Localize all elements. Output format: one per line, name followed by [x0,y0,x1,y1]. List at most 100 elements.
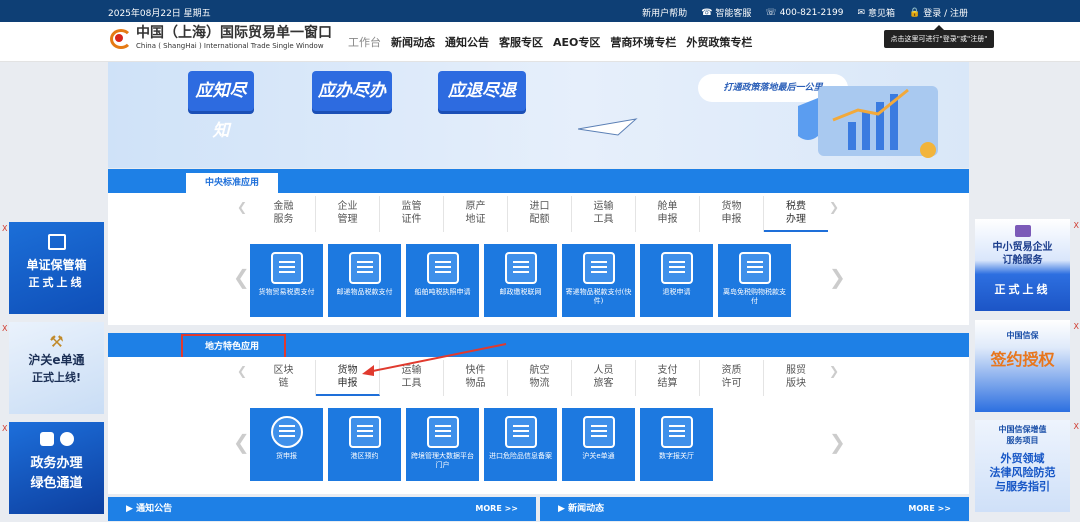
tab-payment-settlement[interactable]: 支付 结算 [636,360,700,396]
login-register-link[interactable]: 🔒 登录 / 注册 [909,6,968,20]
nav-workbench[interactable]: 工作台 [348,34,381,50]
tile-label: 邮递物品税款支付 [336,288,393,296]
local-carousel-next-icon[interactable]: ❯ [829,430,846,454]
tile-goods-tax-payment[interactable]: 货物贸易税费支付 [250,244,323,317]
close-icon[interactable]: X [2,324,7,333]
local-tabs-prev-icon[interactable]: ❮ [237,364,247,378]
tab-line1: 原产 [465,201,486,212]
tab-air-logistics[interactable]: 航空 物流 [508,360,572,396]
ad-line2: 正式上线 [28,276,85,289]
tab-origin[interactable]: 原产 地证 [444,196,508,232]
nav-aeo[interactable]: AEO专区 [553,34,600,50]
tab-blockchain[interactable]: 区块链 [252,360,316,396]
central-tiles: 货物贸易税费支付 邮递物品税款支付 船舶吨税执照申请 邮政缴税联网 寄递物品税款… [250,244,791,317]
tab-line2: 证件 [401,214,422,225]
local-tabs-next-icon[interactable]: ❯ [829,364,839,378]
ad-sinosure-sign[interactable]: X 中国信保 签约授权 [975,320,1079,412]
hotline-link[interactable]: ☏ 400-821-2199 [765,6,843,19]
tile-label: 离岛免税购物税款支付 [723,288,786,305]
notice-more-link[interactable]: MORE >> [475,497,518,521]
tab-goods-declaration[interactable]: 货物 申报 [700,196,764,232]
tile-label: 寄递物品税款支付(快件) [565,288,632,305]
tab-enterprise[interactable]: 企业 管理 [316,196,380,232]
nav-trade-policy[interactable]: 外贸政策专栏 [686,34,752,50]
nav-business-env[interactable]: 营商环境专栏 [610,34,676,50]
tile-duty-free[interactable]: 离岛免税购物税款支付 [718,244,791,317]
tab-qualifications[interactable]: 资质 许可 [700,360,764,396]
tab-finance[interactable]: 金融 服务 [252,196,316,232]
ad-sinosure-legal[interactable]: X 中国信保增值 服务项目 外贸领域 法律风险防范 与服务指引 [975,420,1079,512]
central-section-title: 中央标准应用 [186,173,278,193]
close-icon[interactable]: X [2,424,7,433]
feedback-link[interactable]: ✉ 意见箱 [857,6,895,20]
tile-huguan-edantong[interactable]: 沪关e单通 [562,408,635,481]
notice-title: 通知公告 [136,504,173,514]
tab-line1: 服贸 [786,365,806,376]
banner-pill-refund: 应退尽退 [438,71,526,111]
ad-green-channel[interactable]: X 政务办理 绿色通道 [2,422,104,514]
carousel-prev-icon[interactable]: ❮ [233,265,250,289]
tile-digital-customs-hall[interactable]: 数字报关厅 [640,408,713,481]
notice-bar[interactable]: ▶ 通知公告 MORE >> [108,497,536,521]
site-logo[interactable]: 中国（上海）国际贸易单一窗口 China ( ShangHai ) Intern… [108,25,332,51]
nav-notices[interactable]: 通知公告 [445,34,489,50]
tab-service-trade[interactable]: 服贸 版块 [764,360,828,396]
current-date: 2025年08月22日 星期五 [108,9,211,19]
tile-dangerous-goods[interactable]: 进口危险品信息备案 [484,408,557,481]
main-nav: 工作台 新闻动态 通知公告 客服专区 AEO专区 营商环境专栏 外贸政策专栏 [348,34,752,50]
ad-document-box[interactable]: X 单证保管箱 正式上线 [2,222,104,314]
tile-tax-refund[interactable]: 退税申请 [640,244,713,317]
tab-line1: 进口 [529,201,550,212]
new-user-help-link[interactable]: 新用户帮助 [642,6,687,19]
tab-line1: 企业 [337,201,358,212]
logo-icon [108,26,132,50]
tile-crossborder-bigdata[interactable]: 跨境管理大数据平台门户 [406,408,479,481]
tab-line1: 人员 [593,365,614,376]
airplane-doc-icon [582,416,615,448]
ad-line4: 法律风险防范 [989,466,1056,479]
tile-goods-declaration[interactable]: 货申报 [250,408,323,481]
checklist-icon [504,416,537,448]
central-tabs: 金融 服务 企业 管理 监管 证件 原产 地证 进口 配额 运输 工具 舱单 申报 货物 申报 … [252,196,828,232]
tile-label: 港区预约 [350,452,379,460]
tile-express-tax[interactable]: 寄递物品税款支付(快件) [562,244,635,317]
close-icon[interactable]: X [2,224,7,233]
tab-manifest[interactable]: 舱单 申报 [636,196,700,232]
tab-quota[interactable]: 进口 配额 [508,196,572,232]
news-bar[interactable]: ▶ 新闻动态 MORE >> [540,497,969,521]
hero-banner[interactable]: 应知尽知 应办尽办 应退尽退 打通政策落地最后一公里 [108,62,969,168]
money-icon [270,252,303,284]
tab-transport[interactable]: 运输 工具 [572,196,636,232]
nav-news[interactable]: 新闻动态 [391,34,435,50]
close-icon[interactable]: X [1074,422,1079,431]
close-icon[interactable]: X [1074,322,1079,331]
tab-line2: 管理 [337,214,358,225]
tab-line2: 工具 [593,214,614,225]
tile-postal-tax-payment[interactable]: 邮递物品税款支付 [328,244,401,317]
tab-line1: 金融 [273,201,294,212]
tab-certificates[interactable]: 监管 证件 [380,196,444,232]
ad-booking-service[interactable]: X 中小贸易企业 订舱服务 正式上线 [975,219,1079,311]
tab-line2: 服务 [273,214,294,225]
tab-passengers[interactable]: 人员 旅客 [572,360,636,396]
tile-ship-tonnage[interactable]: 船舶吨税执照申请 [406,244,479,317]
carousel-next-icon[interactable]: ❯ [829,265,846,289]
nav-service[interactable]: 客服专区 [499,34,543,50]
close-icon[interactable]: X [1074,221,1079,230]
tabs-next-icon[interactable]: ❯ [829,200,839,214]
tab-tax[interactable]: 税费 办理 [764,196,828,232]
tile-postal-network[interactable]: 邮政缴税联网 [484,244,557,317]
smart-service-link[interactable]: ☎ 智能客服 [701,6,752,20]
local-tabs: 区块链 货物 申报 运输 工具 快件 物品 航空 物流 人员 旅客 支付 结算 资质 许可 服… [252,360,828,396]
sinosure-logo: 中国信保 [1006,331,1039,340]
ad-line2: 服务项目 [1006,436,1039,445]
ad-line3: 正式上线 [994,283,1051,296]
tile-port-appointment[interactable]: 港区预约 [328,408,401,481]
ad-huguan-edantong[interactable]: X ⚒ 沪关e单通 正式上线! [2,322,104,414]
tab-line2: 地证 [465,214,486,225]
local-carousel-prev-icon[interactable]: ❮ [233,430,250,454]
pen-icon [348,416,381,448]
tabs-prev-icon[interactable]: ❮ [237,200,247,214]
smart-service-label: 智能客服 [715,9,752,19]
news-more-link[interactable]: MORE >> [908,497,951,521]
